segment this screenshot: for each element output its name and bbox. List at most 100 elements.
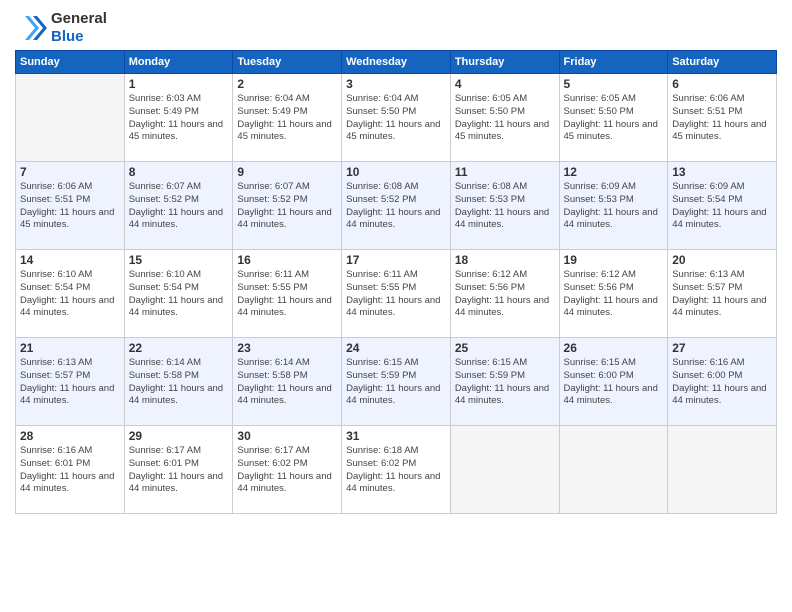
calendar-cell: 2 Sunrise: 6:04 AMSunset: 5:49 PMDaylight… [233, 74, 342, 162]
cell-info: Sunrise: 6:07 AMSunset: 5:52 PMDaylight:… [129, 181, 229, 232]
header: General Blue [15, 10, 777, 46]
calendar-cell: 27 Sunrise: 6:16 AMSunset: 6:00 PMDayligh… [668, 338, 777, 426]
logo-general: General [51, 10, 107, 27]
calendar-cell [16, 74, 125, 162]
day-number: 6 [672, 77, 772, 91]
calendar-cell: 14Sunrise: 6:10 AMSunset: 5:54 PMDayligh… [16, 250, 125, 338]
weekday-header-wednesday: Wednesday [342, 51, 451, 74]
weekday-header-saturday: Saturday [668, 51, 777, 74]
day-number: 7 [20, 165, 120, 179]
cell-info: Sunrise: 6:13 AMSunset: 5:57 PMDaylight:… [20, 357, 120, 408]
calendar-cell: 23Sunrise: 6:14 AMSunset: 5:58 PMDayligh… [233, 338, 342, 426]
calendar-cell: 9 Sunrise: 6:07 AMSunset: 5:52 PMDaylight… [233, 162, 342, 250]
weekday-header-tuesday: Tuesday [233, 51, 342, 74]
day-number: 20 [672, 253, 772, 267]
calendar-header: SundayMondayTuesdayWednesdayThursdayFrid… [16, 51, 777, 74]
day-number: 22 [129, 341, 229, 355]
calendar-cell: 17 Sunrise: 6:11 AMSunset: 5:55 PMDayligh… [342, 250, 451, 338]
day-number: 13 [672, 165, 772, 179]
calendar-cell: 29 Sunrise: 6:17 AMSunset: 6:01 PMDayligh… [124, 426, 233, 514]
day-number: 31 [346, 429, 446, 443]
day-number: 2 [237, 77, 337, 91]
calendar-cell: 13 Sunrise: 6:09 AMSunset: 5:54 PMDayligh… [668, 162, 777, 250]
cell-info: Sunrise: 6:03 AMSunset: 5:49 PMDaylight:… [129, 93, 229, 144]
calendar-cell: 8 Sunrise: 6:07 AMSunset: 5:52 PMDaylight… [124, 162, 233, 250]
cell-info: Sunrise: 6:04 AMSunset: 5:49 PMDaylight:… [237, 93, 337, 144]
cell-info: Sunrise: 6:05 AMSunset: 5:50 PMDaylight:… [455, 93, 555, 144]
day-number: 30 [237, 429, 337, 443]
calendar-table: SundayMondayTuesdayWednesdayThursdayFrid… [15, 50, 777, 514]
cell-info: Sunrise: 6:09 AMSunset: 5:54 PMDaylight:… [672, 181, 772, 232]
day-number: 14 [20, 253, 120, 267]
cell-info: Sunrise: 6:15 AMSunset: 6:00 PMDaylight:… [564, 357, 664, 408]
calendar-cell: 5 Sunrise: 6:05 AMSunset: 5:50 PMDaylight… [559, 74, 668, 162]
calendar-cell: 1 Sunrise: 6:03 AMSunset: 5:49 PMDaylight… [124, 74, 233, 162]
cell-info: Sunrise: 6:06 AMSunset: 5:51 PMDaylight:… [672, 93, 772, 144]
day-number: 4 [455, 77, 555, 91]
cell-info: Sunrise: 6:06 AMSunset: 5:51 PMDaylight:… [20, 181, 120, 232]
cell-info: Sunrise: 6:12 AMSunset: 5:56 PMDaylight:… [455, 269, 555, 320]
day-number: 5 [564, 77, 664, 91]
day-number: 25 [455, 341, 555, 355]
day-number: 1 [129, 77, 229, 91]
calendar-cell: 4 Sunrise: 6:05 AMSunset: 5:50 PMDaylight… [450, 74, 559, 162]
cell-info: Sunrise: 6:16 AMSunset: 6:01 PMDaylight:… [20, 445, 120, 496]
weekday-header-thursday: Thursday [450, 51, 559, 74]
calendar-cell: 25 Sunrise: 6:15 AMSunset: 5:59 PMDayligh… [450, 338, 559, 426]
calendar-cell: 20 Sunrise: 6:13 AMSunset: 5:57 PMDayligh… [668, 250, 777, 338]
cell-info: Sunrise: 6:15 AMSunset: 5:59 PMDaylight:… [455, 357, 555, 408]
calendar-cell [559, 426, 668, 514]
cell-info: Sunrise: 6:17 AMSunset: 6:02 PMDaylight:… [237, 445, 337, 496]
cell-info: Sunrise: 6:15 AMSunset: 5:59 PMDaylight:… [346, 357, 446, 408]
day-number: 15 [129, 253, 229, 267]
cell-info: Sunrise: 6:13 AMSunset: 5:57 PMDaylight:… [672, 269, 772, 320]
day-number: 9 [237, 165, 337, 179]
cell-info: Sunrise: 6:08 AMSunset: 5:52 PMDaylight:… [346, 181, 446, 232]
day-number: 3 [346, 77, 446, 91]
cell-info: Sunrise: 6:09 AMSunset: 5:53 PMDaylight:… [564, 181, 664, 232]
day-number: 26 [564, 341, 664, 355]
cell-info: Sunrise: 6:07 AMSunset: 5:52 PMDaylight:… [237, 181, 337, 232]
logo-icon [15, 12, 47, 44]
cell-info: Sunrise: 6:17 AMSunset: 6:01 PMDaylight:… [129, 445, 229, 496]
calendar-cell: 18Sunrise: 6:12 AMSunset: 5:56 PMDayligh… [450, 250, 559, 338]
day-number: 21 [20, 341, 120, 355]
cell-info: Sunrise: 6:08 AMSunset: 5:53 PMDaylight:… [455, 181, 555, 232]
weekday-header-monday: Monday [124, 51, 233, 74]
day-number: 27 [672, 341, 772, 355]
calendar-cell: 26 Sunrise: 6:15 AMSunset: 6:00 PMDayligh… [559, 338, 668, 426]
cell-info: Sunrise: 6:11 AMSunset: 5:55 PMDaylight:… [237, 269, 337, 320]
cell-info: Sunrise: 6:16 AMSunset: 6:00 PMDaylight:… [672, 357, 772, 408]
day-number: 23 [237, 341, 337, 355]
cell-info: Sunrise: 6:18 AMSunset: 6:02 PMDaylight:… [346, 445, 446, 496]
calendar-cell: 31 Sunrise: 6:18 AMSunset: 6:02 PMDayligh… [342, 426, 451, 514]
logo-blue: Blue [51, 28, 84, 45]
day-number: 10 [346, 165, 446, 179]
cell-info: Sunrise: 6:12 AMSunset: 5:56 PMDaylight:… [564, 269, 664, 320]
day-number: 11 [455, 165, 555, 179]
cell-info: Sunrise: 6:10 AMSunset: 5:54 PMDaylight:… [129, 269, 229, 320]
day-number: 8 [129, 165, 229, 179]
calendar-cell [668, 426, 777, 514]
calendar-cell: 12Sunrise: 6:09 AMSunset: 5:53 PMDayligh… [559, 162, 668, 250]
cell-info: Sunrise: 6:05 AMSunset: 5:50 PMDaylight:… [564, 93, 664, 144]
cell-info: Sunrise: 6:11 AMSunset: 5:55 PMDaylight:… [346, 269, 446, 320]
logo: General Blue [15, 10, 107, 46]
day-number: 16 [237, 253, 337, 267]
cell-info: Sunrise: 6:14 AMSunset: 5:58 PMDaylight:… [129, 357, 229, 408]
calendar-cell: 11 Sunrise: 6:08 AMSunset: 5:53 PMDayligh… [450, 162, 559, 250]
day-number: 19 [564, 253, 664, 267]
calendar-cell: 3 Sunrise: 6:04 AMSunset: 5:50 PMDaylight… [342, 74, 451, 162]
cell-info: Sunrise: 6:04 AMSunset: 5:50 PMDaylight:… [346, 93, 446, 144]
day-number: 29 [129, 429, 229, 443]
calendar-cell: 7 Sunrise: 6:06 AMSunset: 5:51 PMDaylight… [16, 162, 125, 250]
calendar-cell: 15 Sunrise: 6:10 AMSunset: 5:54 PMDayligh… [124, 250, 233, 338]
main-container: General Blue SundayMondayTuesdayWednesda… [0, 0, 792, 519]
calendar-cell: 30 Sunrise: 6:17 AMSunset: 6:02 PMDayligh… [233, 426, 342, 514]
day-number: 28 [20, 429, 120, 443]
calendar-cell: 10 Sunrise: 6:08 AMSunset: 5:52 PMDayligh… [342, 162, 451, 250]
day-number: 17 [346, 253, 446, 267]
calendar-cell: 21 Sunrise: 6:13 AMSunset: 5:57 PMDayligh… [16, 338, 125, 426]
calendar-cell: 19 Sunrise: 6:12 AMSunset: 5:56 PMDayligh… [559, 250, 668, 338]
calendar-cell: 6 Sunrise: 6:06 AMSunset: 5:51 PMDaylight… [668, 74, 777, 162]
